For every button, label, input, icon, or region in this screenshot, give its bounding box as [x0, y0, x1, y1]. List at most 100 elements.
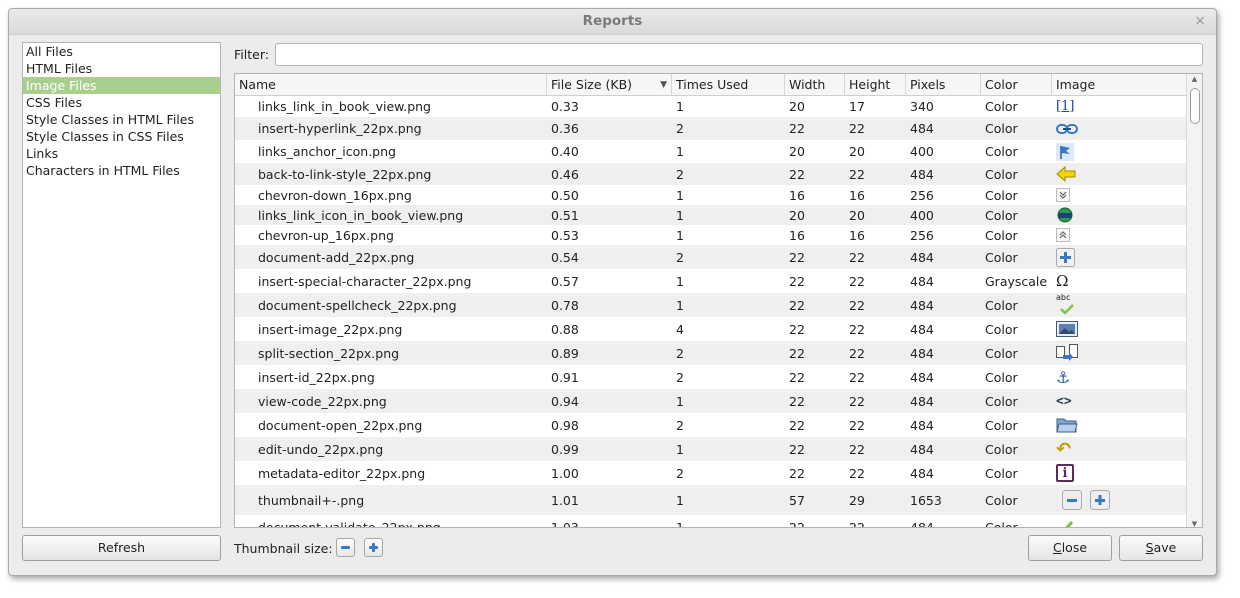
table-row[interactable]: document-validate_22px.png 1.03 1 22 22 484 Co… [235, 515, 1188, 528]
cell-name: document-spellcheck_22px.png [258, 297, 457, 313]
close-icon[interactable]: × [1194, 9, 1206, 33]
cell-height: 22 [849, 345, 865, 361]
cell-file-size: 0.88 [551, 321, 579, 337]
table-row[interactable]: metadata-editor_22px.png 1.00 2 22 22 484 Colo… [235, 461, 1188, 485]
omega-icon: Ω [1056, 269, 1068, 293]
filter-input[interactable] [275, 43, 1203, 66]
table-row[interactable]: chevron-down_16px.png 0.50 1 16 16 256 Color [235, 185, 1188, 205]
cell-color: Color [985, 321, 1018, 337]
cell-name: thumbnail+-.png [258, 492, 365, 508]
cell-file-size: 0.94 [551, 393, 579, 409]
table-row[interactable]: split-section_22px.png 0.89 2 22 22 484 Color [235, 341, 1188, 365]
column-header-label: Width [789, 77, 826, 92]
cell-pixels: 256 [910, 227, 934, 243]
column-header-label: Times Used [676, 77, 749, 92]
cell-pixels: 484 [910, 417, 934, 433]
window-title: Reports [582, 13, 643, 29]
column-header-width[interactable]: Width [785, 74, 845, 96]
column-header-pixels[interactable]: Pixels [906, 74, 981, 96]
sidebar-item-characters-in-html-files[interactable]: Characters in HTML Files [23, 162, 220, 179]
cell-height: 22 [849, 249, 865, 265]
thumbnail-decrease-button[interactable] [336, 538, 355, 557]
table-row[interactable]: edit-undo_22px.png 0.99 1 22 22 484 Color ↶ [235, 437, 1188, 461]
sidebar-item-style-classes-in-html-files[interactable]: Style Classes in HTML Files [23, 111, 220, 128]
table-row[interactable]: back-to-link-style_22px.png 0.46 2 22 22 484 C… [235, 163, 1188, 185]
cell-pixels: 484 [910, 441, 934, 457]
cell-height: 22 [849, 441, 865, 457]
cell-times-used: 2 [676, 345, 684, 361]
sidebar-item-style-classes-in-css-files[interactable]: Style Classes in CSS Files [23, 128, 220, 145]
reports-dialog: Reports × All Files HTML Files Image Files… [8, 8, 1217, 576]
cell-pixels: 484 [910, 273, 934, 289]
cell-times-used: 4 [676, 321, 684, 337]
plus-icon [1056, 245, 1075, 269]
cell-width: 22 [789, 519, 805, 528]
cell-times-used: 1 [676, 393, 684, 409]
scroll-up-icon[interactable]: ▲ [1187, 75, 1202, 83]
chevron-down-icon [1056, 185, 1070, 205]
table-row[interactable]: insert-id_22px.png 0.91 2 22 22 484 Color ⚓ [235, 365, 1188, 389]
cell-file-size: 0.98 [551, 417, 579, 433]
report-type-list: All Files HTML Files Image Files CSS Files S… [22, 42, 221, 528]
table-row[interactable]: links_link_in_book_view.png 0.33 1 20 17 340 C… [235, 96, 1188, 117]
cell-times-used: 1 [676, 273, 684, 289]
cell-height: 22 [849, 465, 865, 481]
sidebar-item-image-files[interactable]: Image Files [23, 77, 220, 94]
cell-file-size: 0.53 [551, 227, 579, 243]
cell-color: Color [985, 227, 1018, 243]
cell-file-size: 0.54 [551, 249, 579, 265]
cell-times-used: 2 [676, 249, 684, 265]
flag-icon [1056, 140, 1074, 163]
table-row[interactable]: insert-image_22px.png 0.88 4 22 22 484 Color [235, 317, 1188, 341]
table-row[interactable]: links_link_icon_in_book_view.png 0.51 1 20 2… [235, 205, 1188, 225]
sidebar-item-css-files[interactable]: CSS Files [23, 94, 220, 111]
cell-times-used: 2 [676, 166, 684, 182]
table-row[interactable]: links_anchor_icon.png 0.40 1 20 20 400 Color [235, 140, 1188, 163]
column-header-image[interactable]: Image [1052, 74, 1188, 96]
cell-pixels: 484 [910, 297, 934, 313]
column-header-times-used[interactable]: Times Used [672, 74, 785, 96]
icon-glyph: abc [1056, 293, 1071, 302]
split-section-icon [1056, 341, 1078, 365]
cell-name: chevron-down_16px.png [258, 187, 412, 203]
table-body: links_link_in_book_view.png 0.33 1 20 17 340 C… [235, 96, 1188, 528]
table-row[interactable]: document-add_22px.png 0.54 2 22 22 484 Color [235, 245, 1188, 269]
save-button[interactable]: Save [1119, 535, 1203, 561]
table-row[interactable]: view-code_22px.png 0.94 1 22 22 484 Color <> [235, 389, 1188, 413]
cell-pixels: 256 [910, 187, 934, 203]
code-brackets-icon: <> [1056, 389, 1072, 413]
table-row[interactable]: document-open_22px.png 0.98 2 22 22 484 Color [235, 413, 1188, 437]
column-header-color[interactable]: Color [981, 74, 1052, 96]
sidebar-item-links[interactable]: Links [23, 145, 220, 162]
cell-file-size: 0.99 [551, 441, 579, 457]
spellcheck-icon: abc [1056, 293, 1078, 317]
cell-file-size: 1.03 [551, 519, 579, 528]
thumbnail-increase-button[interactable] [364, 538, 383, 557]
cell-height: 22 [849, 166, 865, 182]
cell-width: 22 [789, 417, 805, 433]
icon-glyph: <> [1056, 393, 1072, 409]
table-row[interactable]: thumbnail+-.png 1.01 1 57 29 1653 Color [235, 485, 1188, 515]
cell-color: Color [985, 393, 1018, 409]
column-header-name[interactable]: Name [235, 74, 547, 96]
cell-name: edit-undo_22px.png [258, 441, 384, 457]
scroll-down-icon[interactable]: ▼ [1187, 520, 1202, 527]
table-row[interactable]: chevron-up_16px.png 0.53 1 16 16 256 Color [235, 225, 1188, 245]
column-header-file-size[interactable]: File Size (KB) ▼ [547, 74, 672, 96]
table-row[interactable]: document-spellcheck_22px.png 0.78 1 22 22 484… [235, 293, 1188, 317]
thumbnail-plus-minus-icon [1056, 485, 1110, 515]
close-button[interactable]: Close [1028, 535, 1112, 561]
refresh-button[interactable]: Refresh [22, 535, 221, 561]
sidebar-item-all-files[interactable]: All Files [23, 43, 220, 60]
checkmark-icon [1056, 515, 1074, 527]
vertical-scrollbar[interactable]: ▲ ▼ [1186, 74, 1202, 527]
table-row[interactable]: insert-hyperlink_22px.png 0.36 2 22 22 484 Col… [235, 117, 1188, 140]
column-header-height[interactable]: Height [845, 74, 906, 96]
sidebar-item-html-files[interactable]: HTML Files [23, 60, 220, 77]
sort-descending-icon: ▼ [660, 80, 667, 90]
cell-name: metadata-editor_22px.png [258, 465, 426, 481]
cell-times-used: 1 [676, 187, 684, 203]
table-row[interactable]: insert-special-character_22px.png 0.57 1 22… [235, 269, 1188, 293]
scrollbar-thumb[interactable] [1190, 88, 1200, 124]
cell-color: Color [985, 519, 1018, 528]
